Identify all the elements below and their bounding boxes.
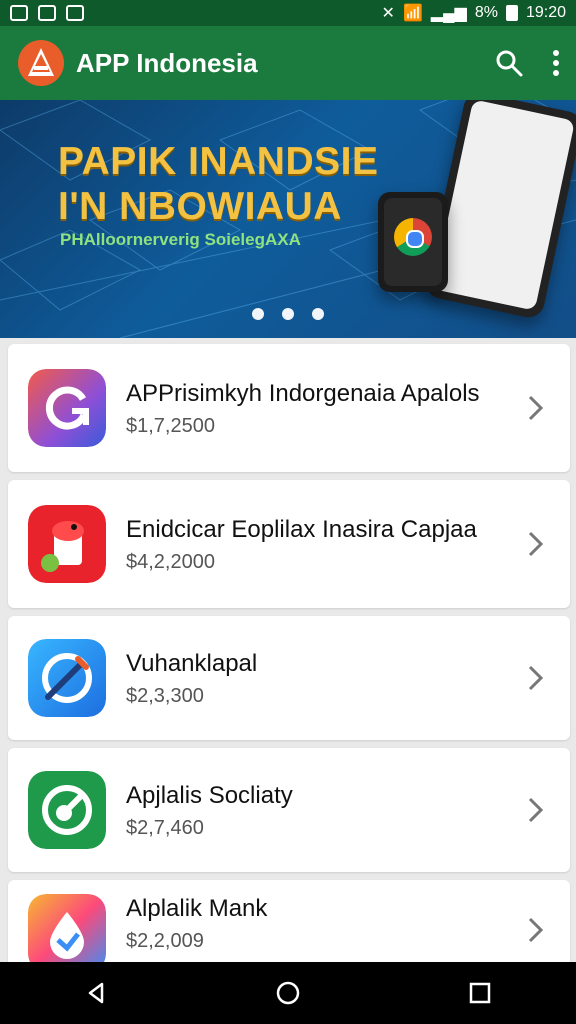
- chevron-right-icon[interactable]: [526, 530, 544, 558]
- signal-icon: ▂▄▆: [430, 5, 467, 22]
- image-icon: [10, 5, 28, 21]
- app-name: Apjlalis Socliaty: [126, 781, 293, 809]
- chart-icon: [38, 5, 56, 21]
- home-circle-icon: [276, 981, 300, 1005]
- status-bar: ✕ 📶 ▂▄▆ 8% 19:20: [0, 0, 576, 26]
- chevron-right-icon[interactable]: [526, 394, 544, 422]
- recents-icon: [469, 982, 491, 1004]
- app-name: APPrisimkyh Indorgenaia Apalols: [126, 379, 480, 407]
- compass-app-icon: [28, 639, 106, 717]
- back-button[interactable]: [78, 975, 114, 1011]
- sync-app-icon: [28, 369, 106, 447]
- chevron-right-icon[interactable]: [526, 664, 544, 692]
- clock: 19:20: [525, 4, 566, 21]
- target-app-icon: [28, 771, 106, 849]
- wifi-icon: 📶: [402, 5, 423, 22]
- battery-icon: [505, 5, 518, 21]
- carousel-dot-1[interactable]: [252, 308, 264, 320]
- home-icon: [66, 5, 84, 21]
- banner-title-line1: PAPIK INANDSIE: [58, 140, 379, 183]
- banner-title: PAPIK INANDSIE I'N NBOWIAUA: [58, 140, 379, 230]
- app-bar: APP Indonesia: [0, 26, 576, 100]
- app-price: $2,3,300: [126, 684, 204, 707]
- app-price: $4,2,2000: [126, 550, 215, 573]
- app-price: $2,7,460: [126, 816, 204, 839]
- list-item[interactable]: Apjlalis Socliaty $2,7,460: [8, 748, 570, 872]
- app-name: Alplalik Mank: [126, 895, 268, 922]
- chrome-icon: [394, 218, 432, 256]
- back-icon: [88, 982, 104, 1004]
- home-button[interactable]: [270, 975, 306, 1011]
- system-nav-bar: [0, 962, 576, 1024]
- list-item[interactable]: Vuhanklapal $2,3,300: [8, 616, 570, 740]
- overflow-menu-icon[interactable]: [552, 48, 560, 78]
- app-title: APP Indonesia: [76, 47, 258, 78]
- search-icon[interactable]: [494, 48, 524, 78]
- chevron-right-icon[interactable]: [526, 796, 544, 824]
- banner-subtitle: PHAlloornerverig SoielegAXA: [60, 230, 301, 249]
- app-name: Enidcicar Eoplilax Inasira Capjaa: [126, 515, 477, 543]
- app-price: $1,7,2500: [126, 414, 215, 437]
- carousel-indicators[interactable]: [252, 308, 324, 320]
- drop-app-icon: [28, 894, 106, 972]
- recents-button[interactable]: [462, 975, 498, 1011]
- mute-icon: ✕: [381, 5, 395, 22]
- banner-title-line2: I'N NBOWIAUA: [58, 184, 342, 228]
- mascot-app-icon: [28, 505, 106, 583]
- app-screen: ✕ 📶 ▂▄▆ 8% 19:20 APP Indonesia PAPIK INA…: [0, 0, 576, 1024]
- app-logo: [18, 40, 64, 86]
- battery-percent: 8%: [474, 4, 498, 21]
- app-price: $2,2,009: [126, 930, 204, 952]
- chevron-right-icon[interactable]: [526, 916, 544, 944]
- promo-banner[interactable]: PAPIK INANDSIE I'N NBOWIAUA PHAlloornerv…: [0, 100, 576, 338]
- phone-illustration-front: [378, 192, 448, 292]
- app-name: Vuhanklapal: [126, 649, 258, 677]
- list-item[interactable]: Enidcicar Eoplilax Inasira Capjaa $4,2,2…: [8, 480, 570, 608]
- carousel-dot-3[interactable]: [312, 308, 324, 320]
- carousel-dot-2[interactable]: [282, 308, 294, 320]
- list-item[interactable]: APPrisimkyh Indorgenaia Apalols $1,7,250…: [8, 344, 570, 472]
- app-list: APPrisimkyh Indorgenaia Apalols $1,7,250…: [8, 344, 570, 984]
